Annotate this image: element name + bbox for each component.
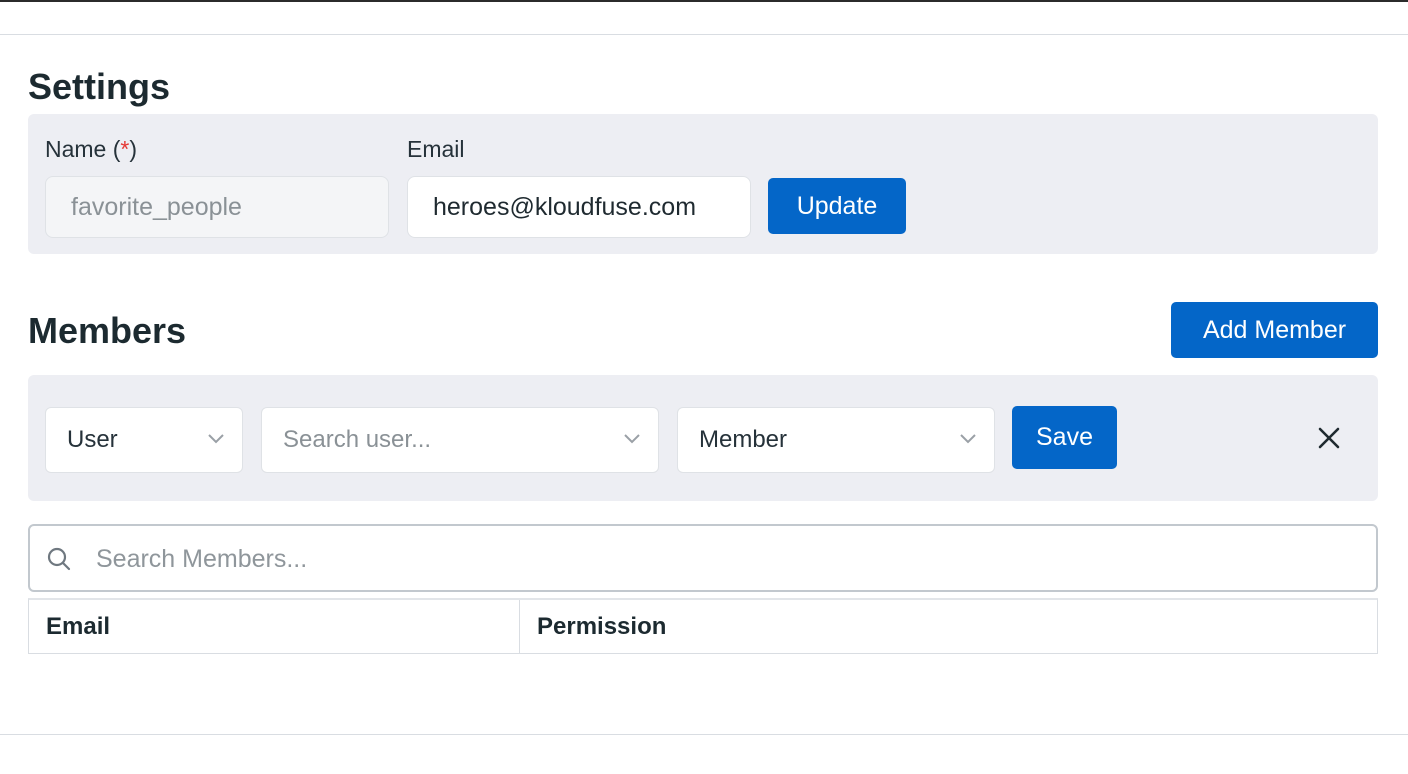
user-search-select[interactable]: Search user... <box>261 407 659 473</box>
chevron-down-icon <box>624 434 640 444</box>
members-search <box>28 524 1378 592</box>
email-label: Email <box>407 136 465 162</box>
permission-select[interactable]: Member <box>677 407 995 473</box>
permission-value: Member <box>699 426 788 453</box>
members-search-input[interactable] <box>94 526 1358 592</box>
name-label: Name (*) <box>45 136 138 162</box>
email-field[interactable]: heroes@kloudfuse.com <box>407 176 751 238</box>
member-type-select[interactable]: User <box>45 407 243 473</box>
column-header-email[interactable]: Email <box>29 600 519 653</box>
update-button[interactable]: Update <box>768 178 906 234</box>
search-icon <box>47 547 71 571</box>
panel-divider-bottom <box>0 734 1408 735</box>
members-table-header: Email Permission <box>28 598 1378 654</box>
member-type-value: User <box>67 426 118 453</box>
top-border <box>0 0 1408 2</box>
members-title: Members <box>28 310 187 351</box>
settings-title: Settings <box>28 66 171 107</box>
chevron-down-icon <box>960 434 976 444</box>
panel-divider <box>0 34 1408 35</box>
user-search-placeholder: Search user... <box>283 426 432 453</box>
add-member-button[interactable]: Add Member <box>1171 302 1378 358</box>
column-header-permission[interactable]: Permission <box>519 600 1377 653</box>
close-icon[interactable] <box>1316 425 1342 451</box>
chevron-down-icon <box>208 434 224 444</box>
save-button[interactable]: Save <box>1012 406 1117 469</box>
name-field: favorite_people <box>45 176 389 238</box>
